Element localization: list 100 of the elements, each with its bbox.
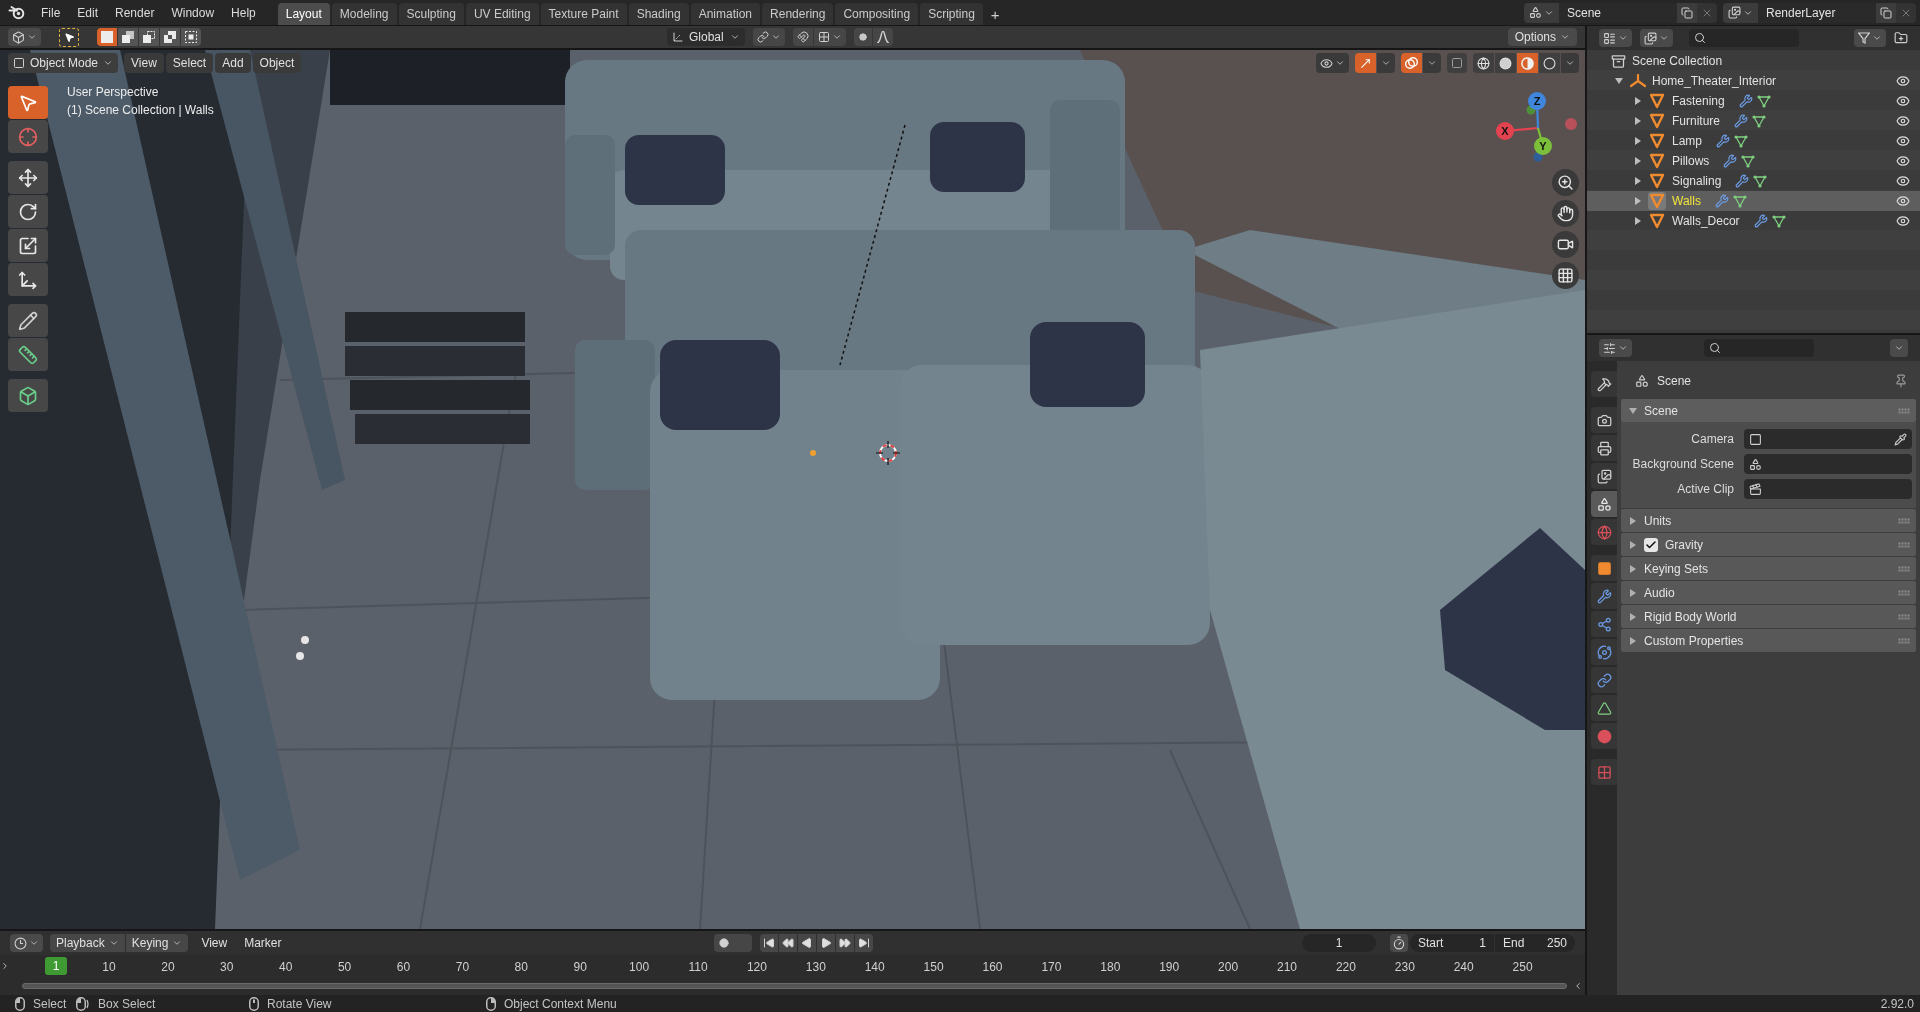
eye-icon[interactable] — [1896, 74, 1910, 88]
panel-header[interactable]: Units — [1621, 509, 1916, 532]
transform-tool[interactable] — [8, 263, 48, 296]
panel-header[interactable]: Custom Properties — [1621, 629, 1916, 652]
add-cube-tool[interactable] — [8, 379, 48, 412]
chevron-right-icon[interactable] — [0, 961, 10, 971]
current-frame-field[interactable]: 1 — [1302, 934, 1376, 952]
workspace-tab[interactable]: Compositing — [835, 3, 919, 25]
eye-icon[interactable] — [1896, 194, 1910, 208]
drag-handle-icon[interactable] — [1898, 407, 1910, 414]
workspace-tab[interactable]: Texture Paint — [540, 3, 627, 25]
outliner-row[interactable]: Home_Theater_Interior — [1587, 71, 1920, 91]
workspace-tab[interactable]: Sculpting — [398, 3, 464, 25]
properties-tab[interactable] — [1591, 435, 1617, 461]
scene-name-field[interactable]: Scene — [1559, 2, 1677, 23]
scene-field[interactable] — [1744, 454, 1912, 474]
view-layer-field[interactable]: RenderLayer — [1758, 2, 1876, 23]
move-tool[interactable] — [8, 161, 48, 194]
panel-header[interactable]: Gravity — [1621, 533, 1916, 556]
properties-tab[interactable] — [1591, 667, 1617, 693]
eye-icon[interactable] — [1896, 114, 1910, 128]
jump-end-button[interactable] — [855, 934, 874, 952]
outliner-row[interactable]: Signaling — [1587, 171, 1920, 191]
editor-type-button[interactable] — [8, 28, 41, 46]
options-dropdown[interactable]: Options — [1507, 28, 1577, 46]
drag-handle-icon[interactable] — [1898, 565, 1910, 572]
menu-item[interactable]: Select — [165, 53, 214, 73]
menu-item[interactable]: Add — [215, 53, 251, 73]
falloff-dropdown[interactable] — [873, 28, 893, 46]
drag-handle-icon[interactable] — [1898, 517, 1910, 524]
clip-field[interactable] — [1744, 479, 1912, 499]
select-box-tool[interactable] — [8, 86, 48, 119]
mode-dropdown[interactable]: Object Mode — [8, 53, 119, 73]
duplicate-button[interactable] — [1677, 2, 1697, 23]
jump-start-button[interactable] — [760, 934, 779, 952]
menu-item[interactable]: Help — [223, 1, 264, 24]
shading-mode-button[interactable] — [1539, 53, 1560, 73]
workspace-tab[interactable]: Animation — [690, 3, 761, 25]
selection-mode-button[interactable] — [118, 28, 138, 46]
disclosure-triangle-icon[interactable] — [1629, 636, 1637, 645]
shading-mode-button[interactable] — [1495, 53, 1516, 73]
workspace-tab[interactable]: Shading — [628, 3, 689, 25]
annotate-tool[interactable] — [8, 304, 48, 337]
menu-item[interactable]: View — [124, 53, 164, 73]
drag-handle-icon[interactable] — [1898, 541, 1910, 548]
workspace-tab[interactable]: Rendering — [762, 3, 834, 25]
workspace-tab[interactable]: UV Editing — [465, 3, 539, 25]
browse-button[interactable] — [1723, 2, 1758, 23]
filter-dropdown[interactable] — [1854, 29, 1886, 47]
drag-handle-icon[interactable] — [1898, 589, 1910, 596]
eye-icon[interactable] — [1896, 174, 1910, 188]
play-button[interactable] — [817, 934, 836, 952]
properties-tab[interactable] — [1591, 583, 1617, 609]
disclosure-triangle-icon[interactable] — [1629, 564, 1637, 573]
properties-tab[interactable] — [1591, 639, 1617, 665]
menu-item[interactable]: Render — [107, 1, 163, 24]
end-frame-field[interactable]: End 250 — [1495, 934, 1575, 952]
eyedropper-icon[interactable] — [1894, 432, 1907, 446]
play-reverse-button[interactable] — [798, 934, 817, 952]
panel-header[interactable]: Rigid Body World — [1621, 605, 1916, 628]
next-keyframe-button[interactable] — [836, 934, 855, 952]
pivot-dropdown[interactable] — [753, 28, 785, 46]
outliner-row[interactable]: Scene Collection — [1587, 51, 1920, 71]
disclosure-triangle-icon[interactable] — [1634, 137, 1642, 145]
menu-item[interactable]: Object — [252, 53, 302, 73]
properties-tab[interactable] — [1591, 611, 1617, 637]
timeline-scrollbar[interactable] — [22, 983, 1567, 989]
workspace-tab[interactable]: Layout — [277, 3, 330, 25]
duplicate-button[interactable] — [1876, 2, 1896, 23]
current-frame-indicator[interactable]: 1 — [45, 957, 67, 975]
drag-handle-icon[interactable] — [1898, 613, 1910, 620]
selection-mode-button[interactable] — [181, 28, 201, 46]
disclosure-triangle-icon[interactable] — [1634, 217, 1642, 225]
menu-item[interactable]: Edit — [69, 1, 107, 24]
disclosure-triangle-icon[interactable] — [1634, 157, 1642, 165]
drag-handle-icon[interactable] — [1898, 637, 1910, 644]
shading-mode-button[interactable] — [1473, 53, 1494, 73]
workspace-tab[interactable]: Modeling — [331, 3, 397, 25]
menu-item[interactable]: Marker — [240, 934, 286, 952]
outliner-row[interactable]: Walls_Decor — [1587, 211, 1920, 231]
pin-icon[interactable] — [1894, 374, 1908, 388]
disclosure-triangle-icon[interactable] — [1634, 97, 1642, 105]
add-workspace-button[interactable]: + — [984, 3, 1006, 25]
properties-tab[interactable] — [1591, 695, 1617, 721]
editor-type-button[interactable] — [1599, 29, 1632, 47]
disclosure-triangle-icon[interactable] — [1629, 612, 1637, 621]
disclosure-triangle-icon[interactable] — [1629, 540, 1637, 549]
chevron-left-icon[interactable] — [1573, 981, 1583, 991]
disclosure-triangle-icon[interactable] — [1629, 516, 1637, 525]
new-folder-icon[interactable] — [1894, 31, 1908, 45]
measure-tool[interactable] — [8, 338, 48, 371]
workspace-tab[interactable]: Scripting — [920, 3, 983, 25]
panel-header[interactable]: Audio — [1621, 581, 1916, 604]
cursor-tool[interactable] — [8, 120, 48, 153]
menu-dropdown[interactable]: Playback — [50, 934, 125, 952]
auto-keying-button[interactable] — [714, 934, 753, 952]
scale-tool[interactable] — [8, 229, 48, 262]
menu-item[interactable]: View — [197, 934, 232, 952]
eye-icon[interactable] — [1896, 154, 1910, 168]
camera-field[interactable] — [1744, 429, 1912, 449]
